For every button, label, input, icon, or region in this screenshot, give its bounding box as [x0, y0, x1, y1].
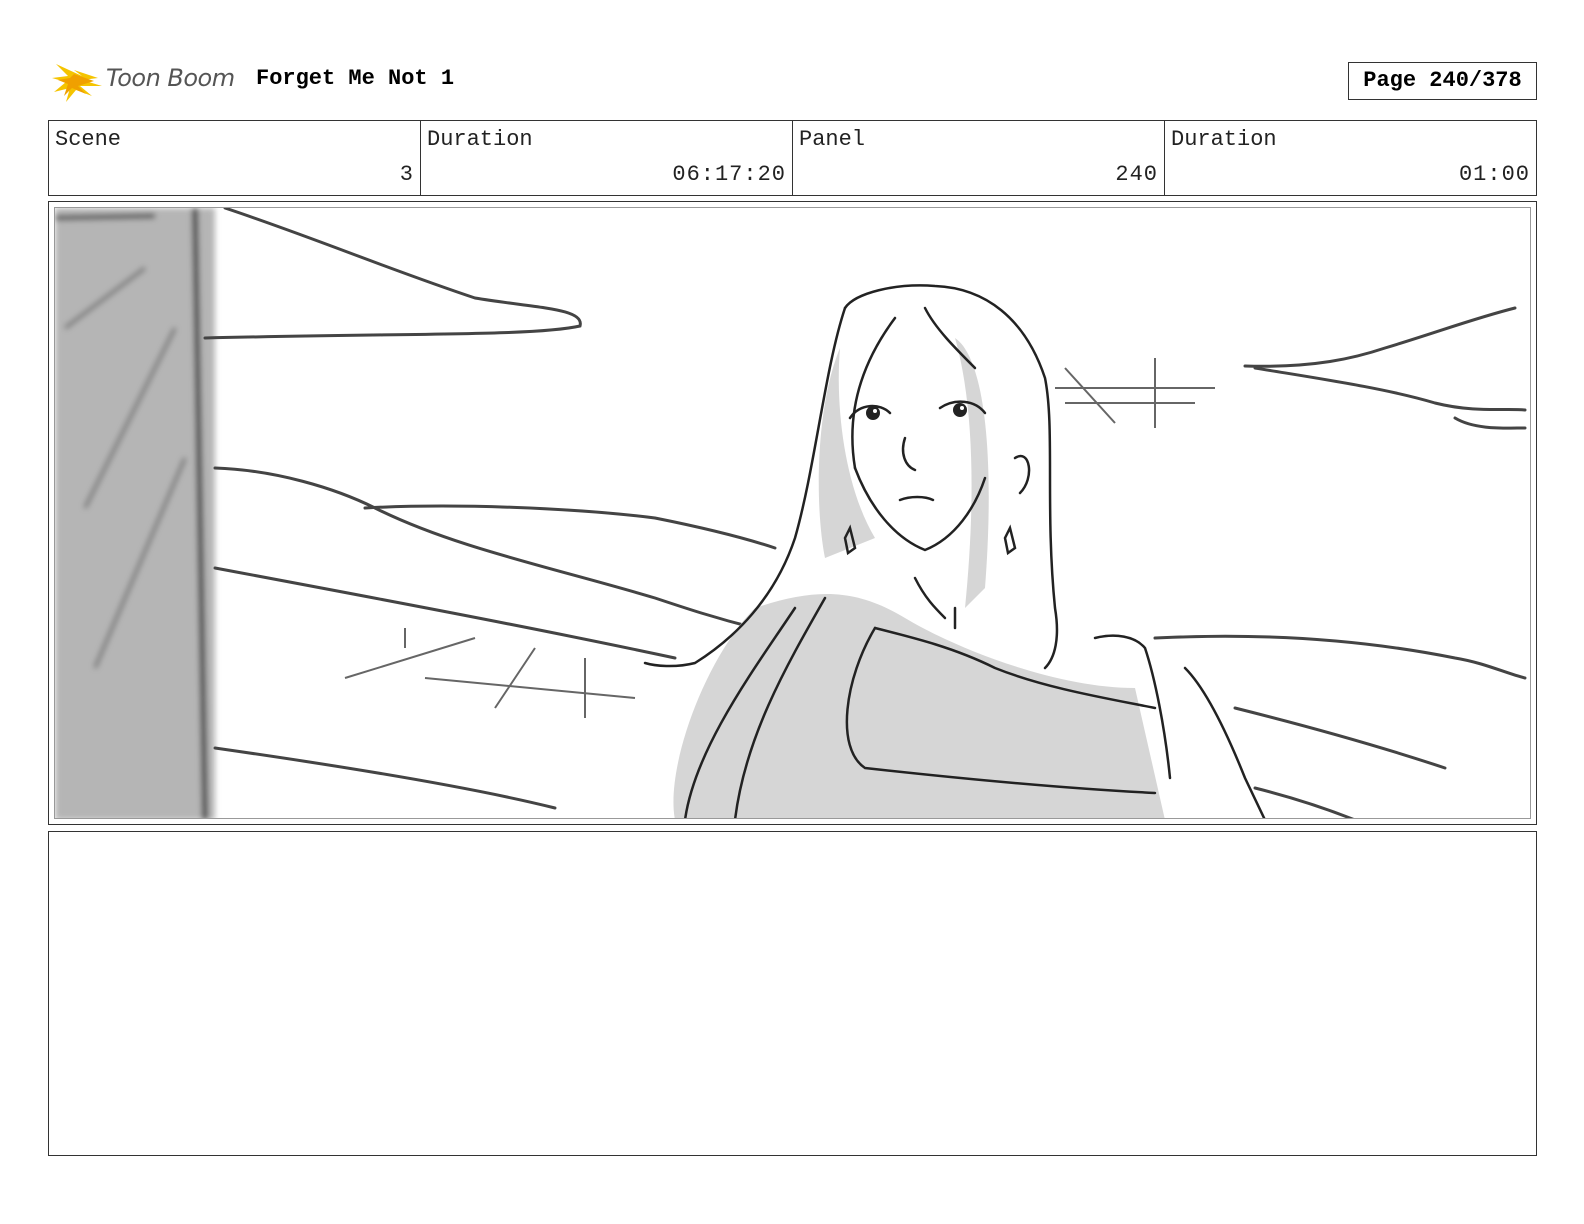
- page-indicator: Page 240/378: [1348, 62, 1537, 100]
- panel-notes-box: [48, 831, 1537, 1156]
- panel-duration-label: Duration: [1171, 127, 1277, 152]
- panel-info-row: Scene 3 Duration 06:17:20 Panel 240 Dura…: [48, 120, 1537, 196]
- panel-drawing-area: [54, 207, 1531, 819]
- scene-duration-value: 06:17:20: [672, 162, 786, 187]
- panel-duration-value: 01:00: [1458, 162, 1530, 187]
- panel-description: [49, 832, 1536, 848]
- storyboard-panel: [48, 201, 1537, 825]
- storyboard-title: Forget Me Not 1: [256, 66, 455, 91]
- foreground-post: [55, 208, 215, 818]
- scene-duration-cell: Duration 06:17:20: [421, 121, 793, 195]
- panel-value: 240: [1115, 162, 1158, 187]
- starburst-logo-icon: [52, 64, 102, 102]
- logo-wordmark: Toon Boom: [106, 64, 235, 92]
- scene-label: Scene: [55, 127, 122, 152]
- panel-label: Panel: [799, 127, 866, 152]
- right-eye: [953, 403, 967, 417]
- left-eye: [866, 406, 880, 420]
- panel-duration-cell: Duration 01:00: [1165, 121, 1536, 195]
- character-figure: [643, 284, 1266, 818]
- panel-cell: Panel 240: [793, 121, 1165, 195]
- scene-value: 3: [399, 162, 414, 187]
- sketch-illustration: [55, 208, 1527, 818]
- scene-duration-label: Duration: [427, 127, 533, 152]
- scene-cell: Scene 3: [49, 121, 421, 195]
